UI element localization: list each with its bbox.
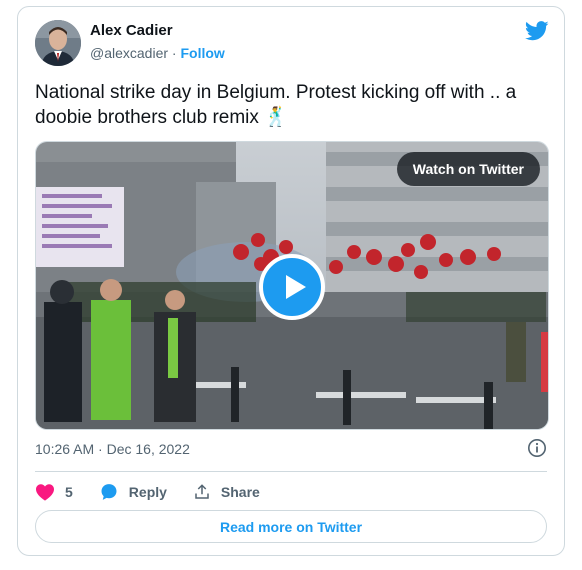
reply-icon bbox=[101, 484, 117, 500]
share-icon bbox=[195, 484, 209, 499]
follow-button[interactable]: Follow bbox=[180, 45, 224, 61]
heart-icon bbox=[36, 484, 54, 501]
video-player[interactable]: Watch on Twitter bbox=[35, 141, 549, 430]
author-name[interactable]: Alex Cadier bbox=[90, 22, 173, 39]
handle-separator: · bbox=[171, 45, 177, 61]
embedded-tweet-card: Alex Cadier @alexcadier · Follow Nationa… bbox=[17, 6, 565, 556]
play-button[interactable] bbox=[259, 254, 325, 320]
like-button[interactable]: 5 bbox=[35, 483, 73, 501]
tweet-text: National strike day in Belgium. Protest … bbox=[35, 82, 517, 128]
share-label: Share bbox=[220, 484, 260, 500]
like-count: 5 bbox=[65, 484, 73, 500]
watch-on-twitter-button[interactable]: Watch on Twitter bbox=[396, 152, 540, 186]
author-handle-row: @alexcadier · Follow bbox=[90, 45, 225, 61]
info-icon[interactable] bbox=[527, 438, 547, 458]
read-more-button[interactable]: Read more on Twitter bbox=[35, 510, 547, 543]
reply-button[interactable]: Reply bbox=[99, 482, 167, 502]
author-handle[interactable]: @alexcadier bbox=[90, 45, 168, 61]
twitter-bird-icon[interactable] bbox=[525, 21, 549, 41]
reply-label: Reply bbox=[128, 484, 167, 500]
tweet-actions: 5 Reply Share bbox=[35, 481, 286, 503]
tweet-timestamp[interactable]: 10:26 AM · Dec 16, 2022 bbox=[35, 441, 190, 457]
play-icon bbox=[286, 275, 306, 299]
avatar[interactable] bbox=[35, 20, 81, 66]
divider bbox=[35, 471, 547, 472]
avatar-image bbox=[35, 20, 81, 66]
share-button[interactable]: Share bbox=[193, 483, 260, 501]
